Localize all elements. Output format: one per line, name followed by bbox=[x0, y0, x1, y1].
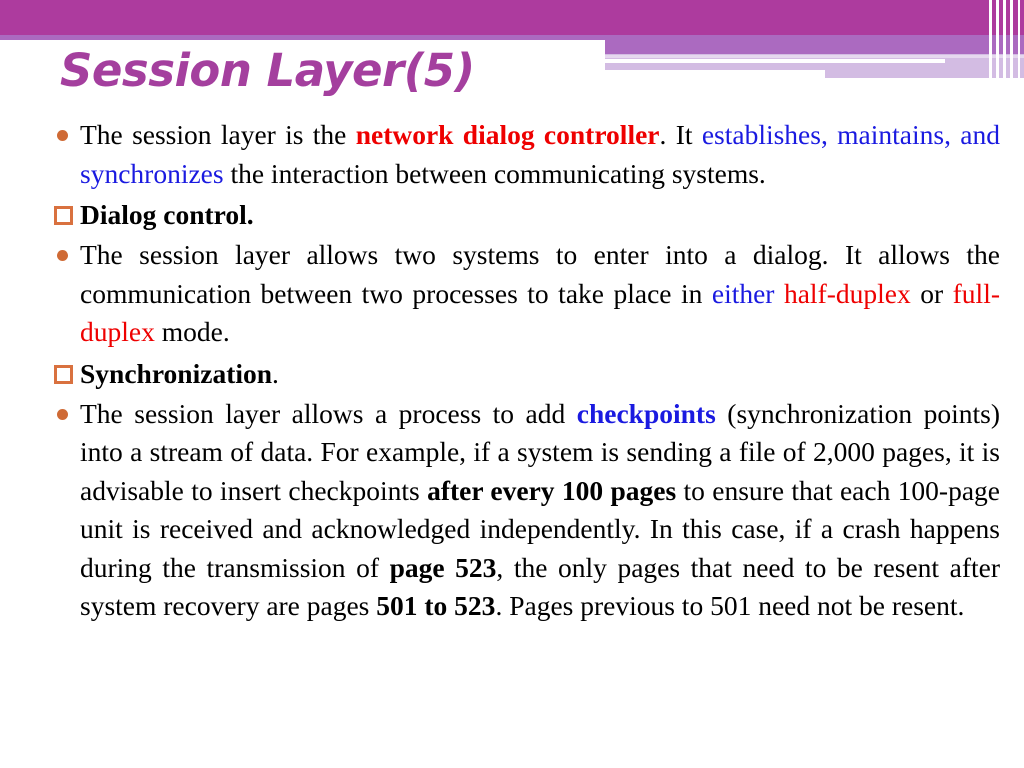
p1-emphasis-network-dialog-controller: network dialog controller bbox=[355, 119, 660, 150]
header-stripe-3 bbox=[1003, 0, 1006, 78]
p1-text-5: the interaction between communicating sy… bbox=[223, 157, 766, 189]
p2-emphasis-half-duplex: half-duplex bbox=[783, 277, 911, 309]
slide-body: The session layer is the network dialog … bbox=[40, 116, 1000, 626]
p2-emphasis-either: either bbox=[711, 277, 775, 309]
p3-emphasis-checkpoints: checkpoints bbox=[576, 397, 716, 429]
p2-text-3 bbox=[774, 278, 784, 309]
p3-emphasis-after-every-100-pages: after every 100 pages bbox=[427, 474, 677, 506]
header-stripe-5 bbox=[1018, 0, 1020, 78]
slide-title: Session Layer(5) bbox=[60, 44, 475, 97]
subheading-synchronization-tail: . bbox=[272, 357, 279, 389]
bullet-paragraph-3: The session layer allows a process to ad… bbox=[40, 395, 1000, 626]
p2-text-7: mode. bbox=[154, 316, 230, 347]
header-stripe-1 bbox=[989, 0, 992, 78]
bullet-paragraph-2: The session layer allows two systems to … bbox=[40, 236, 1000, 352]
p3-text-9: . Pages previous to 501 need not be rese… bbox=[495, 590, 965, 621]
header-stripe-4 bbox=[1010, 0, 1013, 78]
subheading-dialog-control-label: Dialog control bbox=[80, 199, 247, 230]
subheading-dialog-control: Dialog control. bbox=[40, 193, 1000, 236]
p1-text-3: . It bbox=[659, 119, 702, 150]
p3-emphasis-501-to-523: 501 to 523 bbox=[376, 590, 496, 621]
subheading-dialog-control-tail: . bbox=[246, 199, 254, 230]
p3-emphasis-page-523: page 523 bbox=[389, 551, 497, 583]
p2-text-5: or bbox=[910, 277, 953, 309]
header-stripe-2 bbox=[996, 0, 999, 78]
p3-text-1: The session layer allows a process to ad… bbox=[80, 397, 577, 429]
p1-text-1: The session layer is the bbox=[80, 119, 356, 150]
subheading-synchronization: Synchronization. bbox=[40, 352, 1000, 395]
subheading-synchronization-label: Synchronization bbox=[80, 357, 273, 389]
bullet-paragraph-1: The session layer is the network dialog … bbox=[40, 116, 1000, 193]
header-band-primary bbox=[0, 0, 1024, 35]
